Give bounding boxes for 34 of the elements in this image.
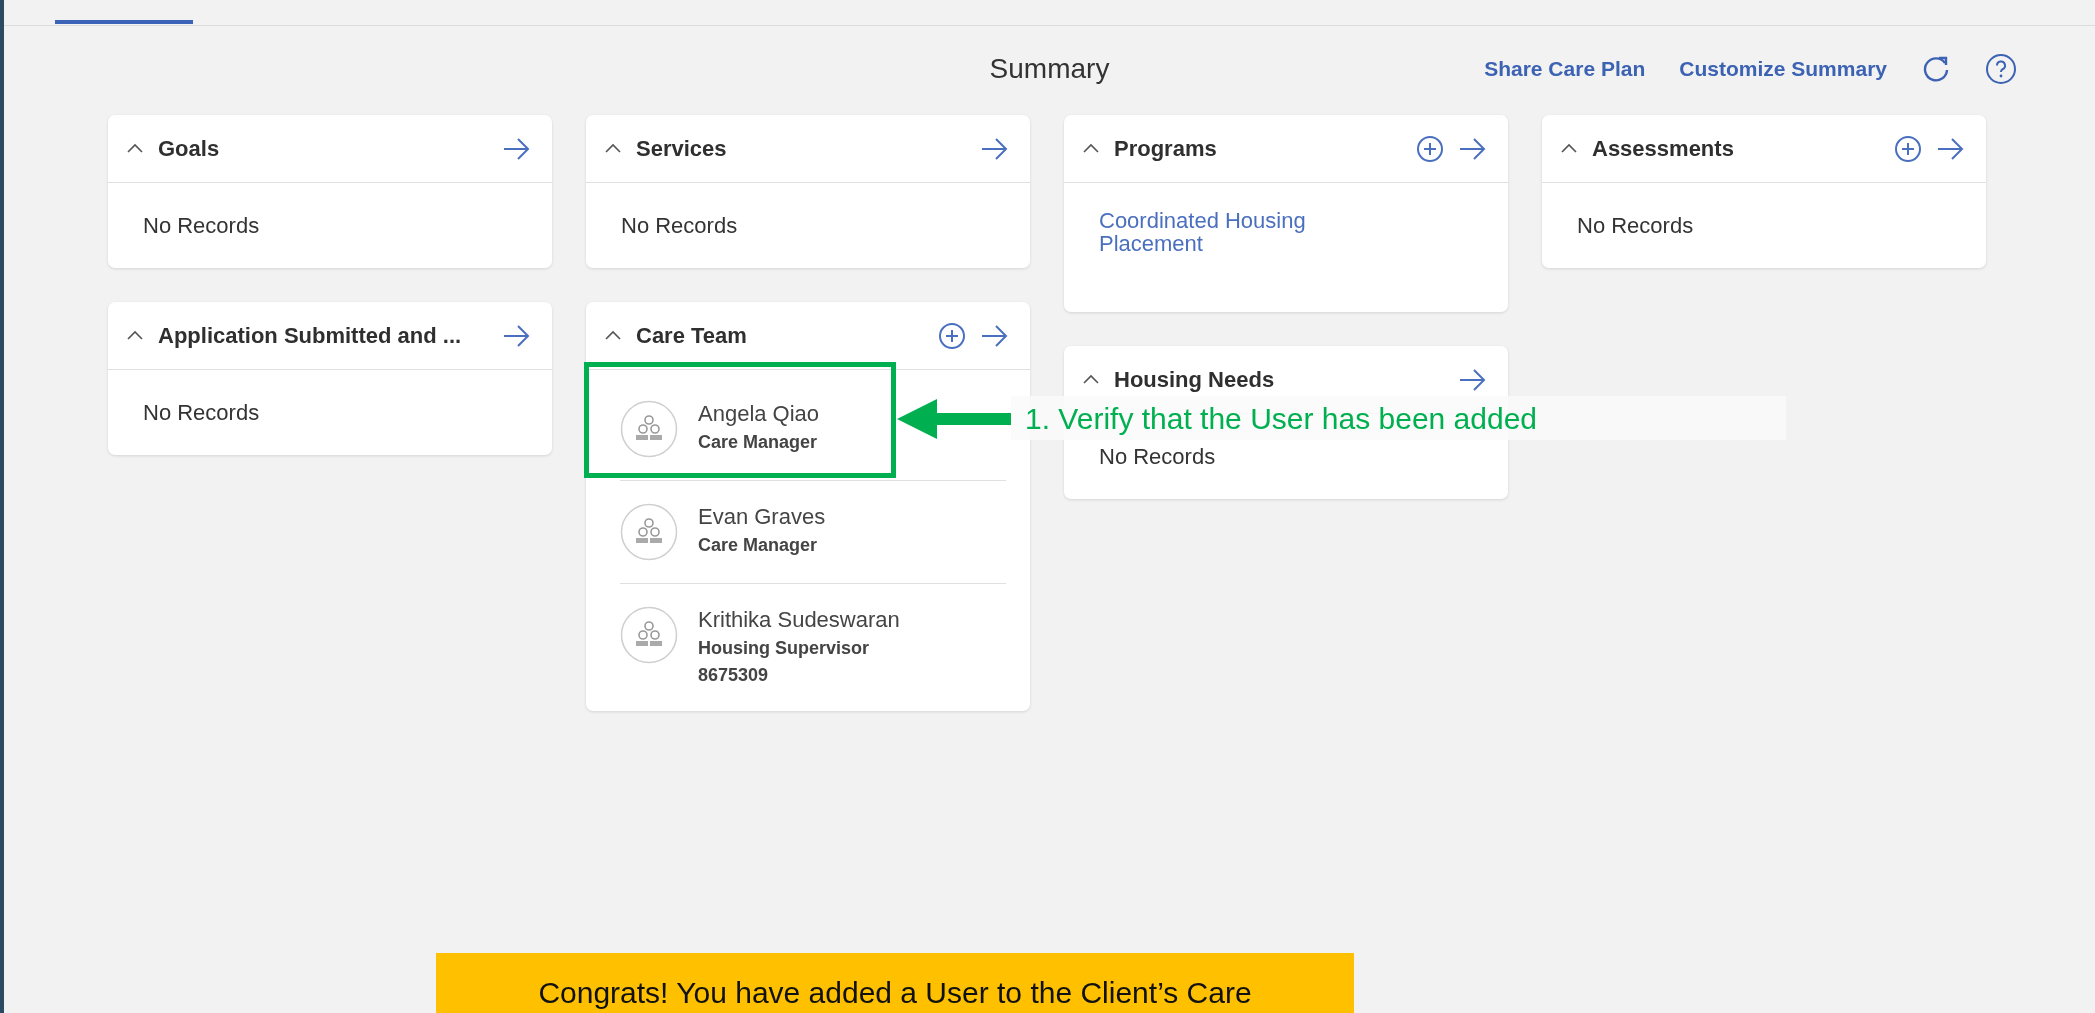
avatar-icon	[620, 503, 678, 561]
card-title: Goals	[158, 135, 221, 163]
card-title: Programs	[1114, 135, 1218, 163]
refresh-icon[interactable]	[1921, 54, 1951, 84]
empty-message: No Records	[621, 212, 739, 240]
member-role: Care Manager	[698, 430, 819, 454]
card-title: Housing Needs	[1114, 366, 1276, 395]
banner-message: Congrats! You have added a User to the Client’s Care	[436, 953, 1354, 1013]
add-icon[interactable]	[1894, 134, 1922, 163]
member-phone: 8675309	[698, 663, 770, 687]
member-role: Housing Supervisor	[698, 636, 871, 660]
card-title: Assessments	[1592, 135, 1735, 163]
arrow-left-icon	[897, 398, 1013, 440]
page-title: Summary	[989, 52, 1110, 86]
avatar-icon	[620, 606, 678, 664]
member-name: Evan Graves	[698, 503, 826, 531]
member-name: Krithika Sudeswaran	[698, 606, 900, 634]
card-title: Care Team	[636, 322, 748, 350]
empty-message: No Records	[143, 212, 261, 240]
program-link[interactable]: Coordinated Housing Placement	[1099, 209, 1349, 289]
avatar-icon	[620, 400, 678, 458]
member-name: Angela Qiao	[698, 400, 820, 428]
card-title: Application Submitted and ...	[158, 322, 463, 350]
empty-message: No Records	[1099, 443, 1217, 472]
member-role: Care Manager	[698, 533, 819, 557]
header-link[interactable]: Customize Summary	[1679, 53, 1887, 85]
card-title: Services	[636, 135, 728, 163]
add-icon[interactable]	[938, 321, 966, 350]
header-link[interactable]: Share Care Plan	[1484, 53, 1646, 85]
empty-message: No Records	[1577, 212, 1695, 240]
annotation-text: 1. Verify that the User has been added	[1025, 400, 1537, 437]
help-icon[interactable]	[1985, 53, 2017, 85]
add-icon[interactable]	[1416, 134, 1444, 163]
empty-message: No Records	[143, 399, 261, 427]
